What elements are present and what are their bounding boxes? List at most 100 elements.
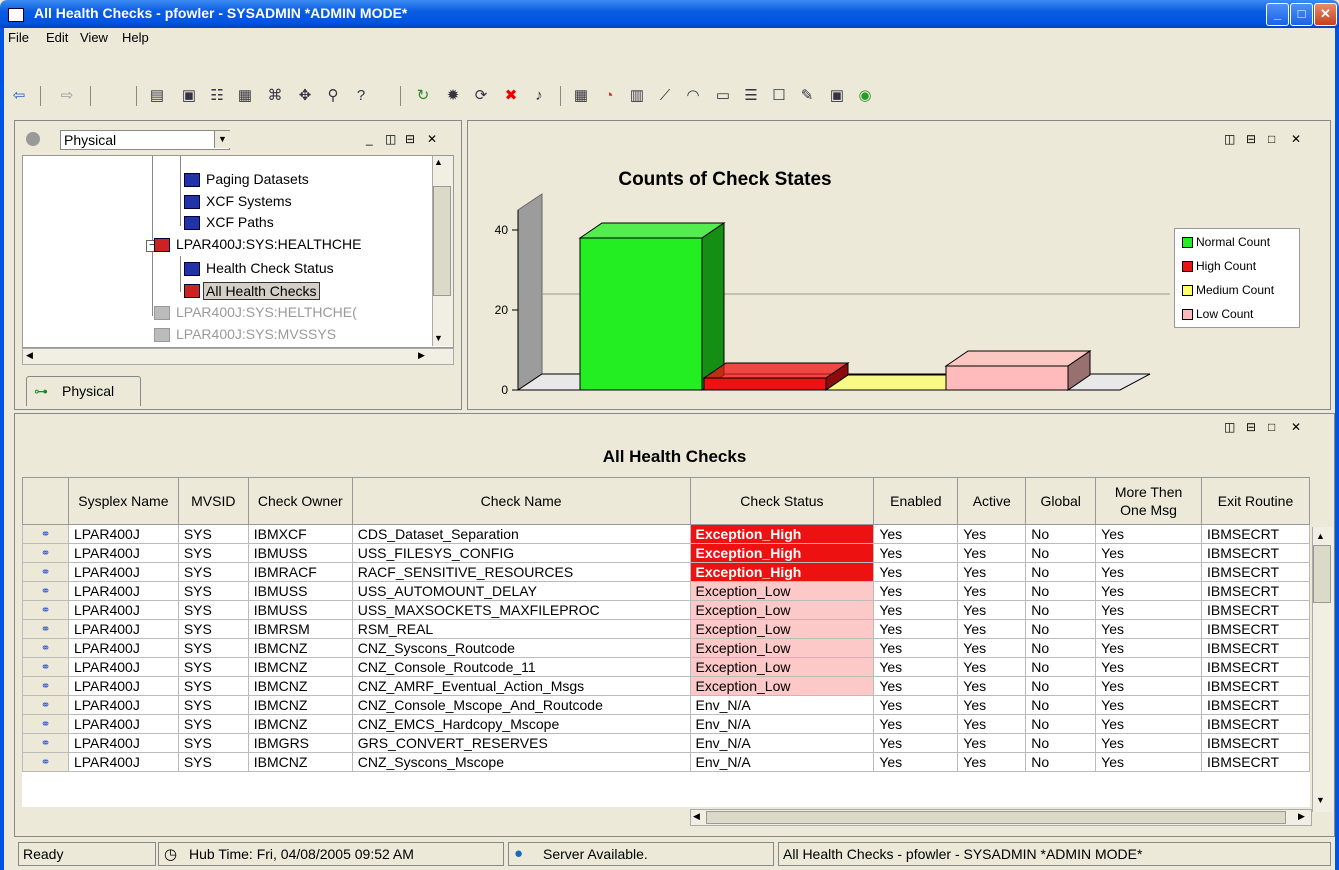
refresh-icon[interactable]: ↻ — [414, 87, 432, 105]
save-icon[interactable]: ▣ — [180, 87, 198, 105]
tree-item[interactable]: LPAR400J:SYS:HELTHCHE( — [176, 304, 357, 320]
minimize-panel-icon[interactable]: _ — [366, 132, 373, 146]
column-header[interactable]: Check Owner — [247, 477, 353, 525]
scroll-down-icon[interactable]: ▼ — [1316, 795, 1325, 805]
bar-chart-icon[interactable]: ▥ — [628, 87, 646, 105]
column-header[interactable]: Sysplex Name — [67, 477, 179, 525]
maximize-button[interactable]: □ — [1290, 3, 1313, 26]
table-row[interactable]: ⚭ LPAR400J SYS IBMXCF CDS_Dataset_Separation… — [22, 524, 1310, 544]
link-icon[interactable]: ⚭ — [22, 619, 69, 639]
link-icon[interactable]: ⚭ — [22, 676, 69, 696]
find-icon[interactable]: ⚲ — [324, 87, 342, 105]
table-row[interactable]: ⚭ LPAR400J SYS IBMGRS GRS_CONVERT_RESERVES En… — [22, 733, 1310, 753]
table-row[interactable]: ⚭ LPAR400J SYS IBMCNZ CNZ_Console_Mscope_And… — [22, 695, 1310, 715]
table-row[interactable]: ⚭ LPAR400J SYS IBMCNZ CNZ_AMRF_Eventual_Acti… — [22, 676, 1310, 696]
column-header[interactable]: Check Status — [689, 477, 875, 525]
table-row[interactable]: ⚭ LPAR400J SYS IBMCNZ CNZ_Syscons_Mscope Env_… — [22, 752, 1310, 772]
link-icon[interactable]: ⚭ — [22, 638, 69, 658]
maximize-panel-icon[interactable]: □ — [1268, 132, 1275, 146]
graph-icon[interactable]: ▭ — [714, 87, 732, 105]
menu-edit[interactable]: Edit — [46, 30, 68, 45]
sound-icon[interactable]: ♪ — [530, 87, 548, 105]
minimize-button[interactable]: _ — [1266, 3, 1289, 26]
split-vertical-icon[interactable]: ◫ — [1224, 420, 1235, 434]
chevron-down-icon[interactable]: ▼ — [214, 131, 230, 148]
report-icon[interactable]: ☰ — [742, 87, 760, 105]
tree-scroll-thumb[interactable] — [433, 186, 451, 296]
scroll-down-icon[interactable]: ▼ — [434, 333, 443, 343]
scroll-right-icon[interactable]: ▶ — [1298, 811, 1305, 822]
stop-icon[interactable]: ✹ — [444, 87, 462, 105]
menu-view[interactable]: View — [80, 30, 108, 45]
tree-item[interactable]: LPAR400J:SYS:MVSSYS — [176, 326, 336, 342]
link-icon[interactable]: ⚭ — [22, 600, 69, 620]
globe-icon[interactable]: ◉ — [856, 87, 874, 105]
close-panel-icon[interactable]: ✕ — [427, 132, 437, 146]
scroll-up-icon[interactable]: ▲ — [434, 157, 443, 167]
split-horizontal-icon[interactable]: ⊟ — [1246, 420, 1256, 434]
link-icon[interactable]: ⌘ — [266, 87, 284, 105]
column-header[interactable]: Exit Routine — [1200, 477, 1310, 525]
tree-horizontal-scrollbar[interactable] — [22, 348, 454, 365]
tree-item[interactable]: XCF Systems — [206, 193, 292, 209]
table-hscroll-thumb[interactable] — [706, 811, 1286, 824]
link-icon[interactable]: ⚭ — [22, 562, 69, 582]
forward-icon[interactable]: ⇨ — [58, 87, 76, 105]
calendar-icon[interactable]: ▦ — [236, 87, 254, 105]
split-vertical-icon[interactable]: ◫ — [1224, 132, 1235, 146]
link-icon[interactable]: ⚭ — [22, 543, 69, 563]
table-row[interactable]: ⚭ LPAR400J SYS IBMCNZ CNZ_Syscons_Routcode Ex… — [22, 638, 1310, 658]
scroll-right-icon[interactable]: ▶ — [418, 350, 425, 361]
scroll-left-icon[interactable]: ◀ — [26, 350, 33, 361]
edit-icon[interactable]: ✎ — [798, 87, 816, 105]
link-icon[interactable]: ⚭ — [22, 752, 69, 772]
split-horizontal-icon[interactable]: ⊟ — [1246, 132, 1256, 146]
move-icon[interactable]: ✥ — [296, 87, 314, 105]
table-row[interactable]: ⚭ LPAR400J SYS IBMUSS USS_MAXSOCKETS_MAXFILE… — [22, 600, 1310, 620]
link-icon[interactable]: ⚭ — [22, 733, 69, 753]
menu-file[interactable]: File — [8, 30, 29, 45]
help-icon[interactable]: ? — [352, 87, 370, 105]
close-panel-icon[interactable]: ✕ — [1291, 420, 1301, 434]
table-row[interactable]: ⚭ LPAR400J SYS IBMRSM RSM_REAL Exception_Low Y… — [22, 619, 1310, 639]
tree-item[interactable]: LPAR400J:SYS:HEALTHCHE — [176, 236, 361, 252]
link-icon[interactable]: ⚭ — [22, 714, 69, 734]
column-header[interactable]: MVSID — [177, 477, 249, 525]
table-scroll-thumb[interactable] — [1313, 545, 1331, 603]
line-chart-icon[interactable]: ⟋ — [656, 87, 674, 105]
error-icon[interactable]: ✖ — [502, 87, 520, 105]
split-horizontal-icon[interactable]: ⊟ — [405, 132, 415, 146]
tree-item[interactable]: Paging Datasets — [206, 171, 309, 187]
link-icon[interactable]: ⚭ — [22, 657, 69, 677]
properties-icon[interactable]: ☷ — [208, 87, 226, 105]
close-button[interactable]: ✕ — [1314, 3, 1337, 26]
column-header[interactable]: More Then One Msg — [1095, 477, 1202, 525]
table-row[interactable]: ⚭ LPAR400J SYS IBMUSS USS_AUTOMOUNT_DELAY Exc… — [22, 581, 1310, 601]
link-icon[interactable]: ⚭ — [22, 524, 69, 544]
column-header[interactable]: Global — [1025, 477, 1097, 525]
tree-item[interactable]: XCF Paths — [206, 214, 274, 230]
column-header[interactable]: Active — [957, 477, 1027, 525]
new-icon[interactable]: ▤ — [148, 87, 166, 105]
scroll-left-icon[interactable]: ◀ — [693, 811, 700, 822]
tree-item[interactable]: Health Check Status — [206, 260, 334, 276]
gauge-icon[interactable]: ◠ — [684, 87, 702, 105]
table-row[interactable]: ⚭ LPAR400J SYS IBMCNZ CNZ_Console_Routcode_1… — [22, 657, 1310, 677]
column-header[interactable]: Enabled — [873, 477, 959, 525]
table-row[interactable]: ⚭ LPAR400J SYS IBMUSS USS_FILESYS_CONFIG Exce… — [22, 543, 1310, 563]
maximize-panel-icon[interactable]: □ — [1268, 420, 1275, 434]
scroll-up-icon[interactable]: ▲ — [1316, 531, 1325, 541]
notepad-icon[interactable]: ☐ — [770, 87, 788, 105]
table-row[interactable]: ⚭ LPAR400J SYS IBMRACF RACF_SENSITIVE_RESOUR… — [22, 562, 1310, 582]
back-icon[interactable]: ⇦ — [10, 87, 28, 105]
column-header[interactable]: Check Name — [351, 477, 691, 525]
link-icon[interactable]: ⚭ — [22, 695, 69, 715]
link-icon[interactable]: ⚭ — [22, 581, 69, 601]
menu-help[interactable]: Help — [122, 30, 149, 45]
table-icon[interactable]: ▦ — [572, 87, 590, 105]
table-row[interactable]: ⚭ LPAR400J SYS IBMCNZ CNZ_EMCS_Hardcopy_Msco… — [22, 714, 1310, 734]
reload-icon[interactable]: ⟳ — [472, 87, 490, 105]
close-panel-icon[interactable]: ✕ — [1291, 132, 1301, 146]
pie-chart-icon[interactable]: ◔ — [600, 87, 618, 105]
column-header[interactable] — [22, 477, 69, 525]
